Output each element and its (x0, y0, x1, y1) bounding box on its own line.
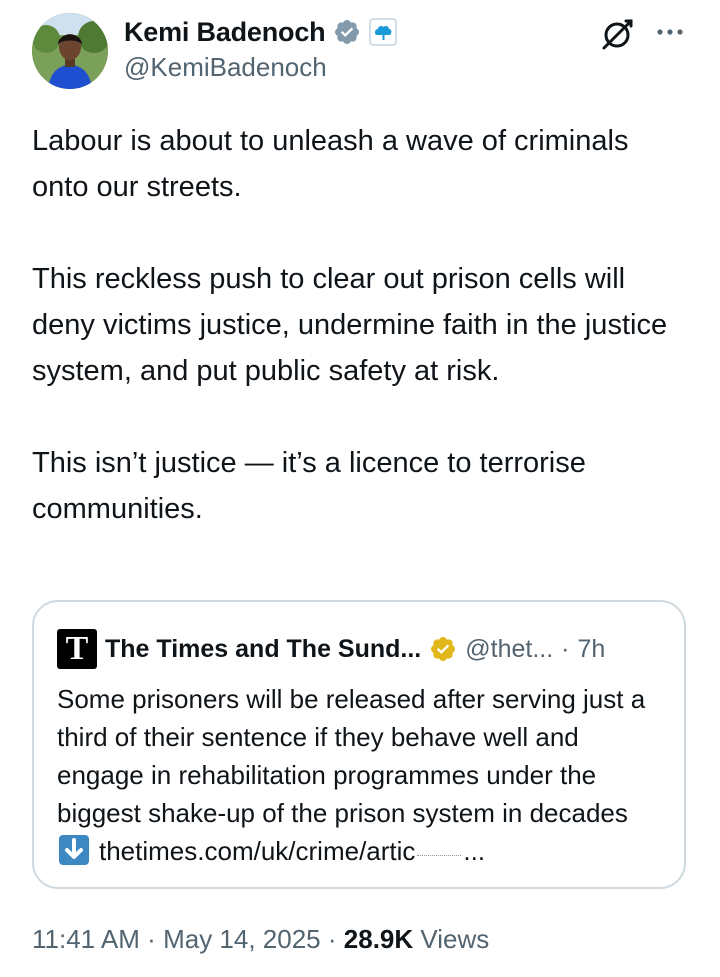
quoted-author-name[interactable]: The Times and The Sund... (105, 635, 421, 664)
quoted-tweet-body: Some prisoners will be released after se… (57, 684, 646, 828)
tweet-paragraph: This reckless push to clear out prison c… (32, 263, 668, 387)
author-display-name[interactable]: Kemi Badenoch (124, 17, 326, 48)
tweet-paragraph: This isn’t justice — it’s a licence to t… (32, 447, 586, 525)
tweet-time[interactable]: 11:41 AM (32, 924, 140, 954)
quoted-author-handle[interactable]: @thet... (465, 635, 553, 664)
quoted-tweet-time[interactable]: 7h (578, 635, 606, 664)
tweet-meta: 11:41 AM · May 14, 2025 · 28.9K Views (32, 924, 489, 955)
verified-badge-icon[interactable] (333, 18, 361, 46)
link-ellipsis: ... (463, 836, 486, 866)
separator-dot: · (561, 634, 570, 663)
separator-dot: · (147, 924, 156, 954)
conservative-tree-badge-icon[interactable] (369, 18, 398, 46)
views-label: Views (420, 924, 490, 954)
quoted-tweet-header: T The Times and The Sund... @thet... · 7… (57, 628, 605, 670)
link-fade (417, 855, 462, 856)
grok-icon[interactable] (600, 16, 636, 52)
quoted-author-avatar[interactable]: T (57, 629, 97, 669)
author-name-row: Kemi Badenoch (124, 14, 398, 50)
views-count: 28.9K (343, 924, 414, 954)
gold-verified-badge-icon (429, 635, 457, 663)
quoted-tweet-text: Some prisoners will be released after se… (57, 680, 669, 870)
more-options-icon[interactable] (652, 22, 688, 46)
author-handle[interactable]: @KemiBadenoch (124, 52, 327, 83)
quoted-tweet-card[interactable]: T The Times and The Sund... @thet... · 7… (32, 600, 686, 889)
tweet-paragraph: Labour is about to unleash a wave of cri… (32, 125, 629, 203)
avatar[interactable] (32, 13, 108, 89)
tweet-text: Labour is about to unleash a wave of cri… (32, 118, 692, 532)
separator-dot: · (327, 924, 337, 954)
tweet-date[interactable]: May 14, 2025 (163, 924, 321, 954)
down-arrow-emoji-icon (59, 835, 89, 865)
article-link[interactable]: thetimes.com/uk/crime/artic (99, 836, 415, 866)
